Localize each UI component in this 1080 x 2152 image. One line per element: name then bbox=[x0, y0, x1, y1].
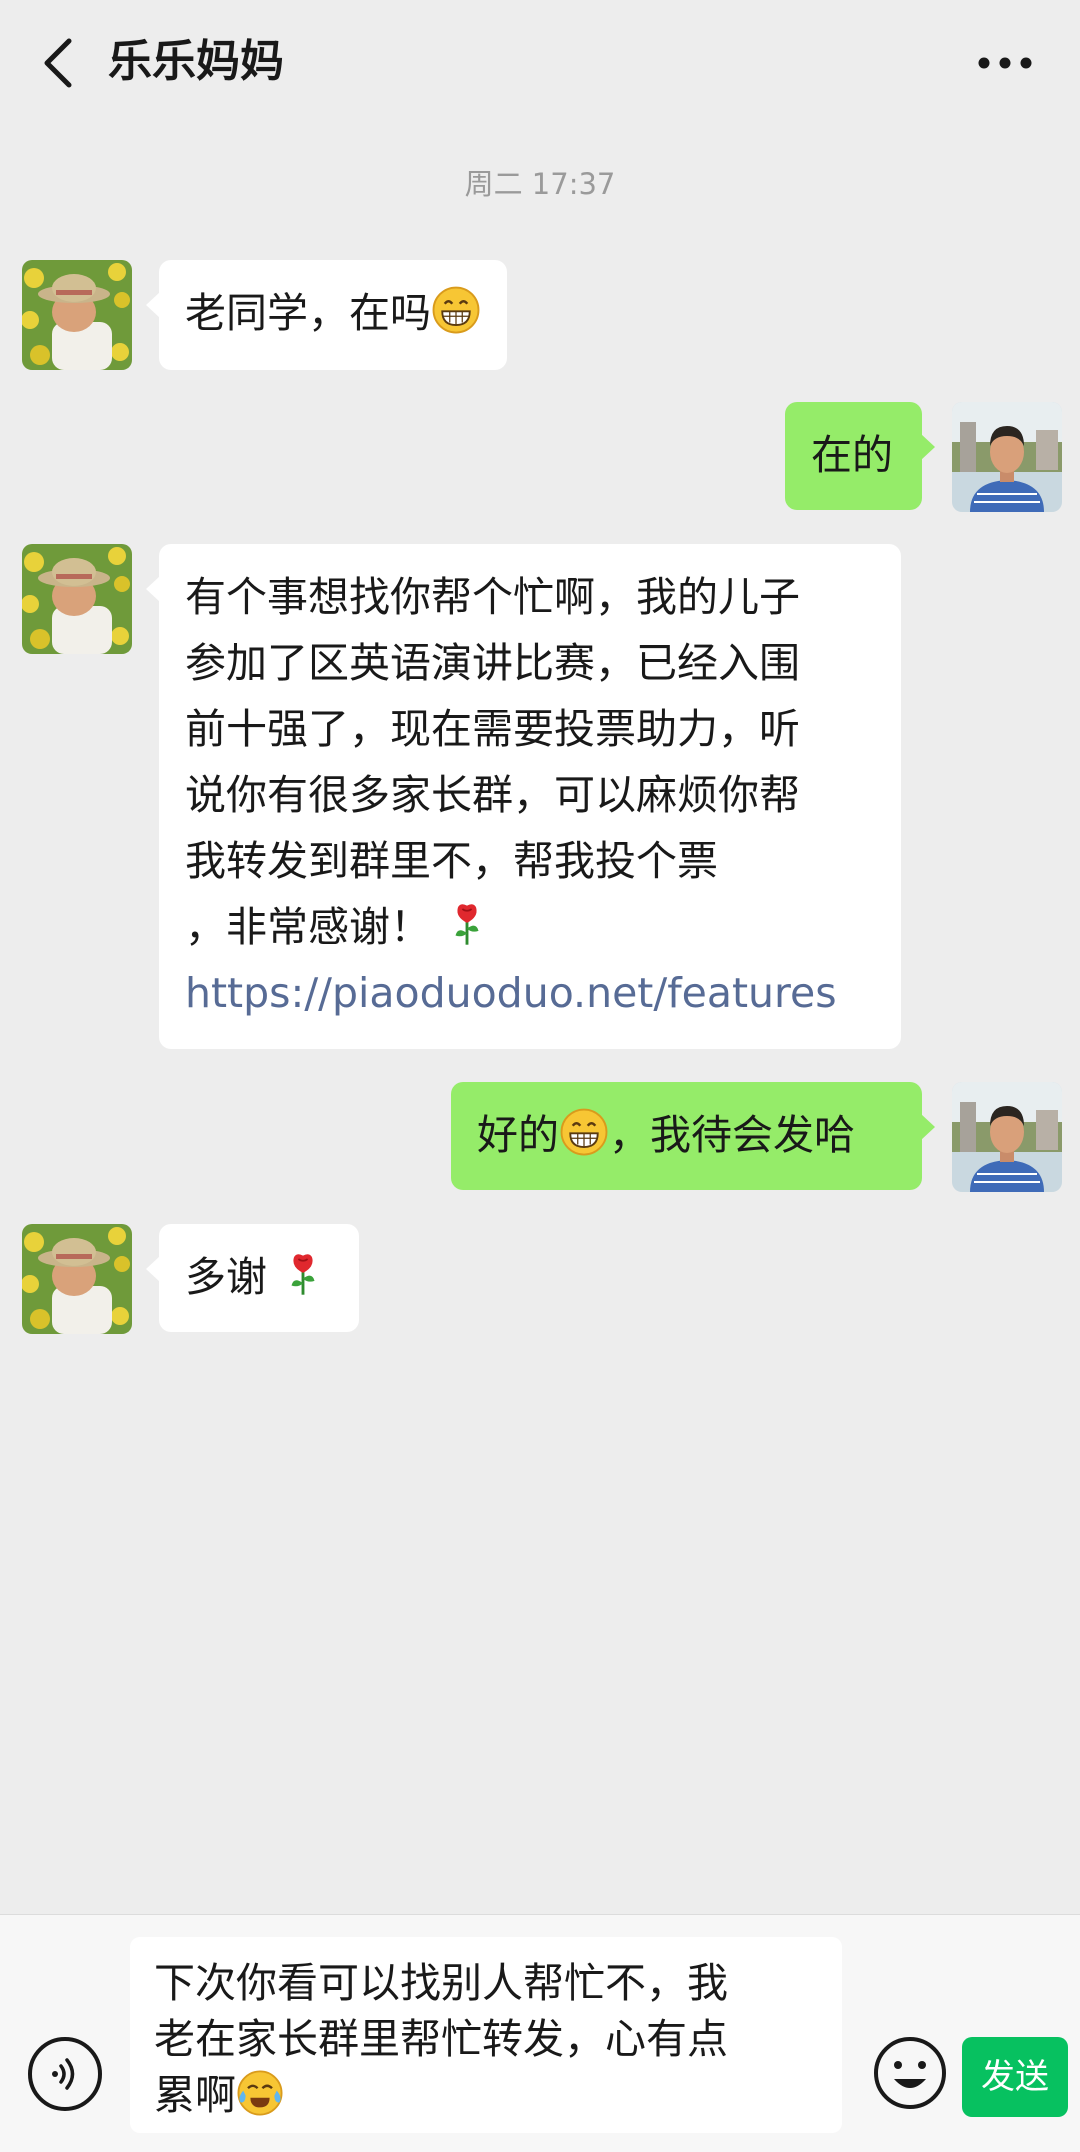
grin-emoji-icon bbox=[559, 1107, 609, 1157]
message-text-before: 好的 bbox=[477, 1111, 559, 1159]
message-line: 有个事想找你帮个忙啊，我的儿子 bbox=[185, 573, 800, 621]
message-timestamp: 周二 17:37 bbox=[464, 167, 616, 201]
message-bubble-incoming[interactable]: 多谢 bbox=[146, 1224, 359, 1332]
message-bubble-outgoing[interactable]: 在的 bbox=[785, 402, 935, 510]
more-options-button[interactable] bbox=[970, 40, 1040, 86]
self-avatar[interactable] bbox=[952, 402, 1062, 512]
more-dots-icon bbox=[978, 57, 1032, 69]
message-bubble-outgoing[interactable]: 好的 ，我待会发哈 bbox=[451, 1082, 935, 1190]
message-line: 说你有很多家长群，可以麻烦你帮 bbox=[185, 771, 800, 819]
send-button[interactable]: 发送 bbox=[962, 2037, 1068, 2117]
voice-input-button[interactable] bbox=[28, 2037, 102, 2111]
grin-emoji-icon bbox=[431, 285, 481, 335]
message-link[interactable]: https://piaoduoduo.net/features bbox=[185, 960, 875, 1026]
contact-avatar[interactable] bbox=[22, 260, 132, 370]
input-bar: 下次你看可以找别人帮忙不，我 老在家长群里帮忙转发，心有点 累啊 发送 bbox=[0, 1914, 1080, 2152]
message-line: 我转发到群里不，帮我投个票 bbox=[185, 837, 718, 885]
chat-header: 乐乐妈妈 bbox=[0, 0, 1080, 126]
message-bubble-incoming[interactable]: 老同学，在吗 bbox=[146, 260, 507, 370]
chat-title: 乐乐妈妈 bbox=[108, 36, 284, 87]
input-line: 老在家长群里帮忙转发，心有点 bbox=[154, 2015, 728, 2063]
message-bubble-incoming[interactable]: 有个事想找你帮个忙啊，我的儿子 参加了区英语演讲比赛，已经入围 前十强了，现在需… bbox=[146, 544, 901, 1049]
input-line: 下次你看可以找别人帮忙不，我 bbox=[154, 1959, 728, 2007]
message-text: 多谢 bbox=[185, 1253, 267, 1301]
contact-avatar[interactable] bbox=[22, 1224, 132, 1334]
smiley-icon bbox=[874, 2037, 946, 2109]
input-line: 累啊 bbox=[154, 2071, 236, 2119]
voice-icon bbox=[52, 2058, 75, 2090]
message-text-after: ，我待会发哈 bbox=[609, 1111, 855, 1159]
rose-emoji-icon bbox=[444, 899, 490, 949]
message-input[interactable]: 下次你看可以找别人帮忙不，我 老在家长群里帮忙转发，心有点 累啊 bbox=[130, 1937, 842, 2133]
back-button[interactable] bbox=[28, 30, 88, 96]
message-line: ，非常感谢！ bbox=[185, 903, 431, 951]
message-line: 前十强了，现在需要投票助力，听 bbox=[185, 705, 800, 753]
self-avatar[interactable] bbox=[952, 1082, 1062, 1192]
tears-of-joy-emoji-icon bbox=[236, 2069, 284, 2117]
emoji-picker-button[interactable] bbox=[870, 2033, 950, 2113]
message-text: 老同学，在吗 bbox=[185, 289, 431, 337]
message-line: 参加了区英语演讲比赛，已经入围 bbox=[185, 639, 800, 687]
rose-emoji-icon bbox=[280, 1249, 326, 1299]
chevron-left-icon bbox=[44, 38, 72, 88]
message-text: 在的 bbox=[811, 431, 893, 479]
contact-avatar[interactable] bbox=[22, 544, 132, 654]
